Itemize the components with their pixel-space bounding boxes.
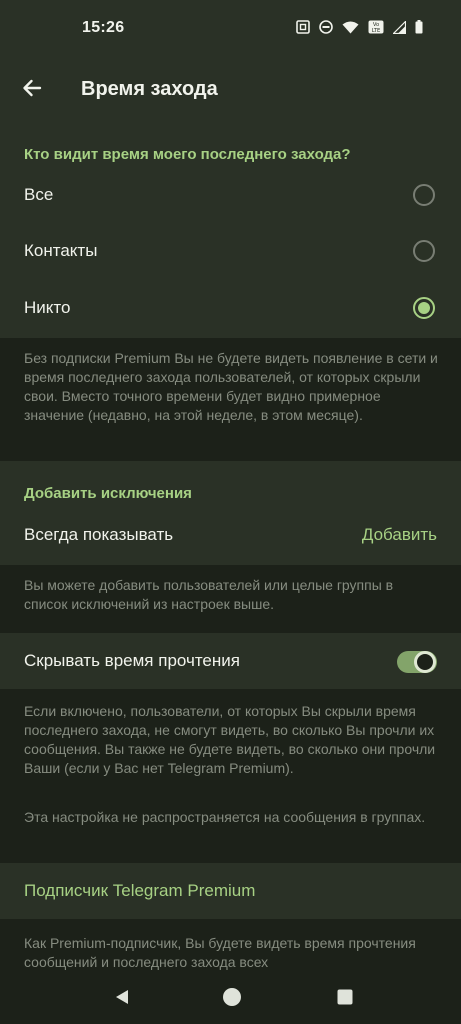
back-button[interactable] — [16, 72, 48, 104]
visibility-header: Кто видит время моего последнего захода? — [24, 146, 351, 163]
status-time: 15:26 — [82, 19, 125, 36]
battery-icon — [415, 20, 423, 34]
read-time-section: Скрывать время прочтения — [0, 633, 461, 689]
premium-row[interactable]: Подписчик Telegram Premium — [0, 863, 461, 919]
status-icons: Vo LTE — [296, 20, 423, 34]
back-triangle-icon — [116, 990, 128, 1004]
app-bar: Время захода — [0, 56, 461, 122]
premium-info: Как Premium-подписчик, Вы будете видеть … — [24, 935, 416, 970]
always-show-row[interactable]: Всегда показывать Добавить — [0, 507, 461, 563]
read-time-groups-info: Эта настройка не распространяется на соо… — [24, 809, 426, 825]
exceptions-info: Вы можете добавить пользователей или цел… — [24, 577, 394, 612]
radio-everybody[interactable] — [413, 184, 435, 206]
arrow-left-icon — [23, 79, 42, 97]
radio-nobody[interactable] — [413, 297, 435, 319]
toggle-knob — [414, 651, 436, 673]
nfc-icon — [296, 20, 310, 34]
recents-square-icon — [337, 989, 353, 1005]
visibility-section: Кто видит время моего последнего захода?… — [0, 122, 461, 338]
nav-back-button[interactable] — [112, 987, 132, 1007]
option-everybody[interactable]: Все — [0, 167, 461, 223]
hide-read-time-row[interactable]: Скрывать время прочтения — [0, 633, 461, 689]
hide-read-time-toggle[interactable] — [397, 651, 437, 673]
status-bar: 15:26 Vo LTE — [0, 0, 461, 56]
svg-text:LTE: LTE — [372, 28, 381, 34]
premium-label: Подписчик Telegram Premium — [24, 881, 256, 900]
exceptions-section: Добавить исключения Всегда показывать До… — [0, 461, 461, 565]
always-show-label: Всегда показывать — [24, 525, 174, 544]
option-label: Никто — [24, 298, 71, 317]
nav-recents-button[interactable] — [335, 987, 355, 1007]
signal-icon — [393, 20, 406, 34]
wifi-icon — [342, 21, 359, 33]
radio-contacts[interactable] — [413, 240, 435, 262]
system-nav-bar — [0, 970, 461, 1024]
page-title: Время захода — [81, 78, 218, 100]
option-contacts[interactable]: Контакты — [0, 223, 461, 279]
option-label: Все — [24, 185, 54, 204]
option-label: Контакты — [24, 241, 98, 260]
home-circle-icon — [223, 988, 241, 1006]
option-nobody[interactable]: Никто — [0, 280, 461, 336]
nav-home-button[interactable] — [222, 987, 242, 1007]
privacy-last-seen-screen: 15:26 Vo LTE Время захода Кто видит врем… — [0, 0, 461, 1024]
premium-section: Подписчик Telegram Premium — [0, 863, 461, 919]
volte-icon: Vo LTE — [368, 20, 384, 34]
visibility-info: Без подписки Premium Вы не будете видеть… — [24, 350, 438, 423]
add-exception-button[interactable]: Добавить — [362, 525, 437, 545]
do-not-disturb-icon — [319, 20, 333, 34]
hide-read-time-label: Скрывать время прочтения — [24, 651, 240, 670]
exceptions-header: Добавить исключения — [24, 485, 192, 502]
read-time-info: Если включено, пользователи, от которых … — [24, 703, 436, 776]
